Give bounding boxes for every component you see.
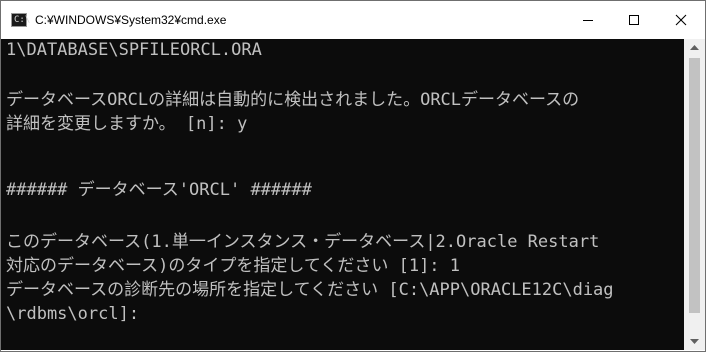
console-line: \rdbms\orcl]: <box>6 304 140 324</box>
maximize-button[interactable] <box>611 1 657 39</box>
minimize-icon <box>583 20 593 21</box>
console-line: 1\DATABASE\SPFILEORCL.ORA <box>6 40 262 60</box>
console-line: ###### データベース'ORCL' ###### <box>6 180 312 200</box>
maximize-icon <box>629 15 639 25</box>
close-button[interactable] <box>657 1 705 39</box>
console-line: データベースの診断先の場所を指定してください [C:\APP\ORACLE12C… <box>6 280 614 300</box>
scroll-down-button[interactable] <box>684 333 705 350</box>
console-output[interactable]: 1\DATABASE\SPFILEORCL.ORA データベースORCLの詳細は… <box>1 39 684 350</box>
console-line: 対応のデータベース)のタイプを指定してください [1]: 1 <box>6 256 461 276</box>
scroll-thumb[interactable] <box>689 58 700 313</box>
scroll-up-button[interactable] <box>684 39 705 56</box>
scroll-up-arrow-icon <box>690 44 699 50</box>
title-bar[interactable]: C:\ C:¥WINDOWS¥System32¥cmd.exe <box>1 1 705 39</box>
scroll-down-arrow-icon <box>690 338 699 344</box>
window-title: C:¥WINDOWS¥System32¥cmd.exe <box>35 13 227 27</box>
console-icon: C:\ <box>11 13 31 27</box>
console-icon-glyph: C:\ <box>14 15 31 25</box>
vertical-scrollbar[interactable] <box>684 39 705 350</box>
console-line: データベースORCLの詳細は自動的に検出されました。ORCLデータベースの <box>6 90 580 110</box>
close-icon <box>675 14 687 26</box>
minimize-button[interactable] <box>565 1 611 39</box>
cmd-window: C:\ C:¥WINDOWS¥System32¥cmd.exe 1\DATABA… <box>0 0 706 352</box>
console-line: このデータベース(1.単一インスタンス・データベース|2.Oracle Rest… <box>6 232 600 252</box>
console-line: 詳細を変更しますか。 [n]: y <box>6 114 248 134</box>
